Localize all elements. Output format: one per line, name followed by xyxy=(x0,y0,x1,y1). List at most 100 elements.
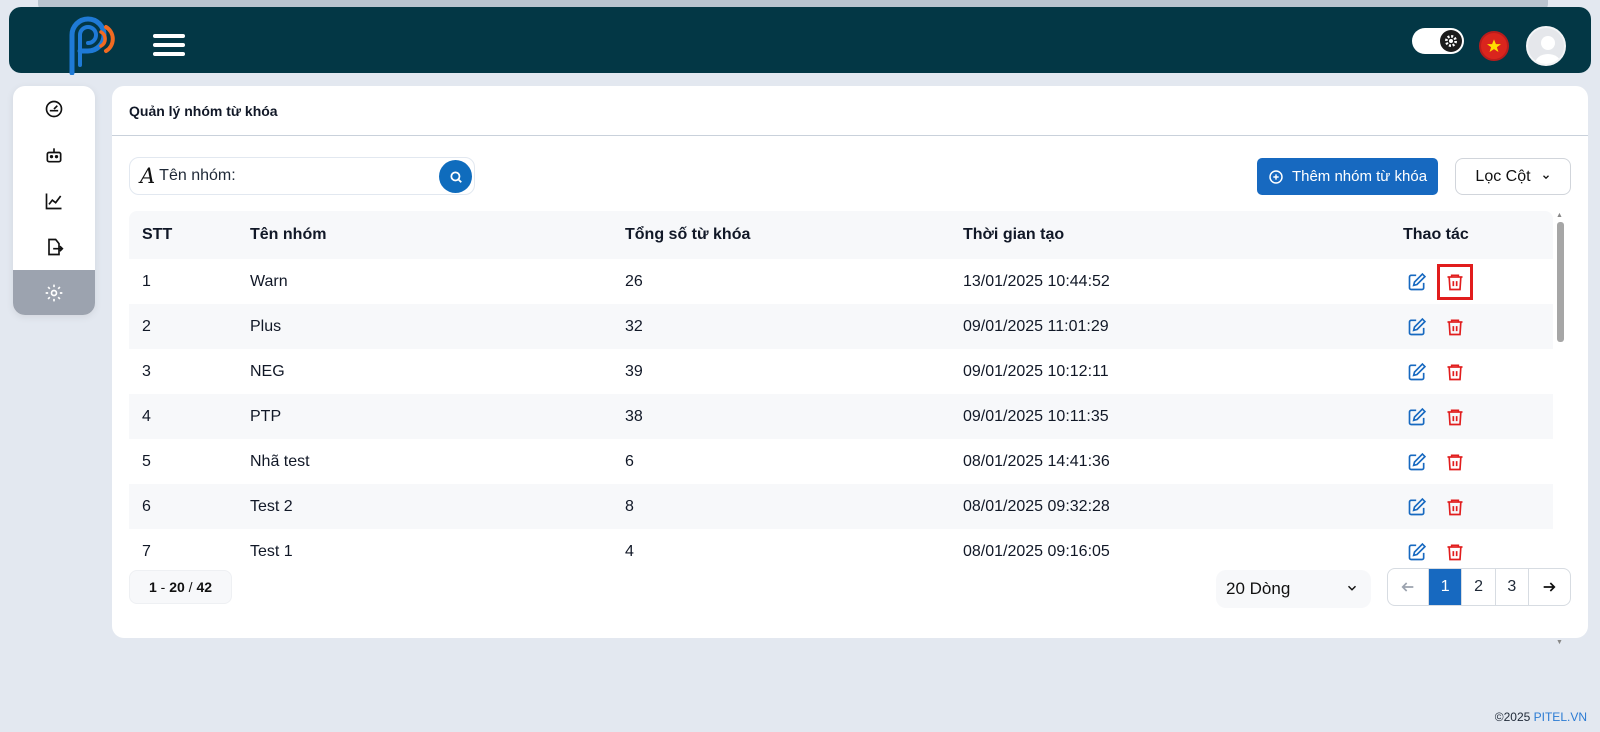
cell-count: 8 xyxy=(625,497,634,515)
cell-count: 38 xyxy=(625,407,643,425)
page-3-button[interactable]: 3 xyxy=(1496,569,1529,605)
header-count[interactable]: Tổng số từ khóa xyxy=(625,226,963,244)
page-title: Quản lý nhóm từ khóa xyxy=(112,86,1588,136)
cell-name: Warn xyxy=(250,272,288,290)
edit-icon[interactable] xyxy=(1405,360,1429,384)
range-total: 42 xyxy=(196,579,213,595)
table-row: 3 NEG 39 09/01/2025 10:12:11 xyxy=(129,349,1553,394)
cell-name: NEG xyxy=(250,362,285,380)
search-button[interactable] xyxy=(439,160,472,193)
dashboard-icon xyxy=(45,100,63,118)
page-2-button[interactable]: 2 xyxy=(1462,569,1496,605)
logo[interactable] xyxy=(64,15,120,76)
cell-actions xyxy=(1403,263,1553,300)
cell-actions xyxy=(1403,489,1553,525)
trash-icon[interactable] xyxy=(1437,489,1473,525)
range-end: 20 xyxy=(169,579,185,595)
header-actions: Thao tác xyxy=(1403,226,1469,243)
theme-toggle[interactable] xyxy=(1412,28,1464,54)
edit-icon[interactable] xyxy=(1405,495,1429,519)
edit-icon[interactable] xyxy=(1405,315,1429,339)
table-row: 5 Nhã test 6 08/01/2025 14:41:36 xyxy=(129,439,1553,484)
cell-actions xyxy=(1403,399,1553,435)
sidebar-item-bot[interactable] xyxy=(13,132,95,178)
range-start: 1 xyxy=(148,579,157,595)
cell-created: 13/01/2025 10:44:52 xyxy=(963,272,1110,290)
table-row: 6 Test 2 8 08/01/2025 09:32:28 xyxy=(129,484,1553,529)
page-1-button[interactable]: 1 xyxy=(1429,569,1463,605)
trash-icon[interactable] xyxy=(1437,263,1473,300)
cell-actions xyxy=(1403,444,1553,480)
cell-actions xyxy=(1403,354,1553,390)
copyright-text: ©2025 xyxy=(1494,710,1531,724)
trash-icon[interactable] xyxy=(1437,309,1473,345)
arrow-right-icon xyxy=(1544,582,1556,592)
cell-count: 6 xyxy=(625,452,634,470)
search-input[interactable] xyxy=(159,167,420,185)
sidebar-item-export[interactable] xyxy=(13,224,95,270)
trash-icon[interactable] xyxy=(1437,534,1473,570)
column-filter-button[interactable]: Lọc Cột xyxy=(1455,158,1571,195)
rows-per-page-select[interactable]: 20 Dòng xyxy=(1216,570,1371,608)
prev-page-button[interactable] xyxy=(1388,569,1430,605)
edit-icon[interactable] xyxy=(1405,450,1429,474)
brand-link[interactable]: PITEL.VN xyxy=(1534,710,1587,724)
cell-created: 09/01/2025 11:01:29 xyxy=(963,317,1109,335)
table-row: 1 Warn 26 13/01/2025 10:44:52 xyxy=(129,259,1553,304)
font-icon: A xyxy=(140,164,156,188)
trash-icon[interactable] xyxy=(1437,444,1473,480)
cell-name: Plus xyxy=(250,317,282,335)
cell-created: 09/01/2025 10:12:11 xyxy=(963,362,1109,380)
cell-actions xyxy=(1403,309,1553,345)
cell-name: PTP xyxy=(250,407,282,425)
column-filter-label: Lọc Cột xyxy=(1475,167,1531,185)
robot-icon xyxy=(46,148,62,163)
cell-count: 26 xyxy=(625,272,643,290)
scrollbar-thumb[interactable] xyxy=(1557,222,1564,342)
sidebar-item-report[interactable] xyxy=(13,178,95,224)
rows-per-page-value: 20 Dòng xyxy=(1226,579,1291,598)
cell-stt: 7 xyxy=(142,542,151,560)
trash-icon[interactable] xyxy=(1437,399,1473,435)
add-group-button[interactable]: Thêm nhóm từ khóa xyxy=(1257,158,1438,195)
next-page-button[interactable] xyxy=(1529,569,1570,605)
sidebar-item-dashboard[interactable] xyxy=(13,86,95,132)
plus-circle-icon xyxy=(1269,169,1283,184)
add-group-label: Thêm nhóm từ khóa xyxy=(1291,168,1428,185)
table-header: STT Tên nhóm Tổng số từ khóa Thời gian t… xyxy=(129,211,1553,259)
search-box: A xyxy=(129,157,475,195)
menu-icon[interactable] xyxy=(153,34,185,56)
arrow-left-icon xyxy=(1401,582,1414,592)
header-name[interactable]: Tên nhóm xyxy=(250,226,625,244)
header-created[interactable]: Thời gian tạo xyxy=(963,226,1403,244)
cell-name: Nhã test xyxy=(250,452,310,470)
table-row: 2 Plus 32 09/01/2025 11:01:29 xyxy=(129,304,1553,349)
trash-icon[interactable] xyxy=(1437,354,1473,390)
sidebar xyxy=(13,86,95,315)
avatar-icon[interactable] xyxy=(1526,26,1566,66)
cell-stt: 6 xyxy=(142,497,151,515)
cell-count: 32 xyxy=(625,317,643,335)
sidebar-item-settings[interactable] xyxy=(13,270,95,315)
table-row: 7 Test 1 4 08/01/2025 09:16:05 xyxy=(129,529,1553,574)
cell-actions xyxy=(1403,534,1553,570)
cell-stt: 4 xyxy=(142,407,151,425)
cell-created: 09/01/2025 10:11:35 xyxy=(963,407,1109,425)
cell-stt: 5 xyxy=(142,452,151,470)
cell-created: 08/01/2025 09:32:28 xyxy=(963,497,1110,515)
chart-icon xyxy=(45,193,62,210)
cell-stt: 1 xyxy=(142,272,151,290)
header-stt[interactable]: STT xyxy=(129,226,250,244)
gear-icon xyxy=(45,284,63,302)
cell-created: 08/01/2025 09:16:05 xyxy=(963,542,1110,560)
edit-icon[interactable] xyxy=(1405,540,1429,564)
export-icon xyxy=(48,238,64,256)
edit-icon[interactable] xyxy=(1405,270,1429,294)
cell-stt: 2 xyxy=(142,317,151,335)
edit-icon[interactable] xyxy=(1405,405,1429,429)
vn-flag-icon[interactable] xyxy=(1479,31,1509,61)
settings-icon xyxy=(1440,30,1462,52)
range-slash: / xyxy=(188,579,193,595)
range-separator: - xyxy=(160,579,166,595)
pagination: 1 2 3 xyxy=(1387,568,1571,606)
